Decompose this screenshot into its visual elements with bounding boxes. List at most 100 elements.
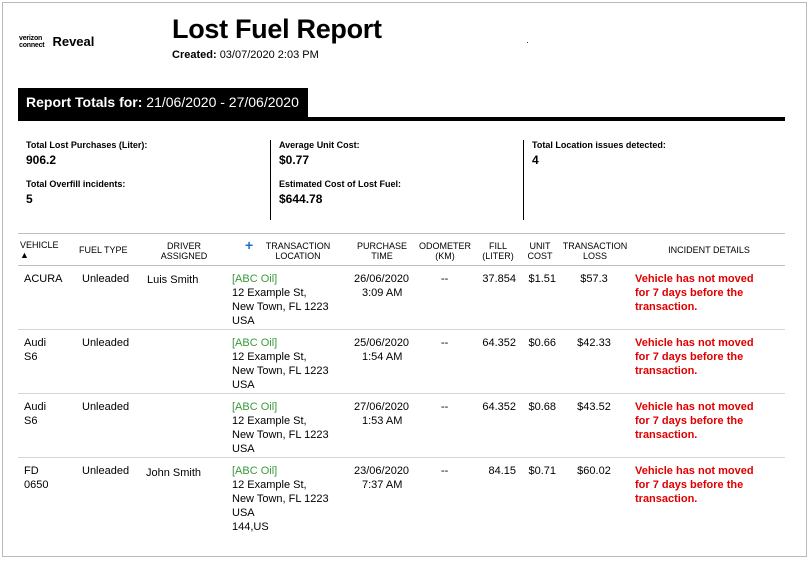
- fill-cell: 64.352: [482, 337, 516, 349]
- purchase-time-cell: 25/06/2020 1:54 AM: [354, 336, 409, 364]
- vehicle-line-2: 0650: [24, 479, 49, 491]
- col-transaction-loss: TRANSACTION LOSS: [558, 241, 632, 261]
- lost-purchases-label: Total Lost Purchases (Liter):: [26, 140, 148, 150]
- vehicle-cell: ACURA: [24, 272, 63, 286]
- purchase-date: 27/06/2020: [354, 401, 410, 413]
- col-fuel-type: FUEL TYPE: [79, 245, 128, 255]
- purchase-time: 3:09 AM: [362, 287, 403, 299]
- report-totals-bar: Report Totals for: 21/06/2020 - 27/06/20…: [18, 88, 308, 118]
- est-cost-value: $644.78: [279, 192, 323, 206]
- col-vehicle-label: VEHICLE: [20, 240, 59, 250]
- stray-dot: [527, 42, 528, 43]
- vehicle-cell: Audi S6: [24, 336, 46, 364]
- lost-purchases-value: 906.2: [26, 153, 57, 167]
- header-rule: [18, 117, 785, 121]
- location-issues-value: 4: [532, 153, 539, 167]
- col-time-line-1: PURCHASE: [356, 241, 407, 251]
- avg-cost-value: $0.77: [279, 153, 310, 167]
- table-row: Audi S6 Unleaded [ABC Oil] 12 Example St…: [18, 330, 785, 394]
- vehicle-line-2: S6: [24, 415, 38, 427]
- col-odometer-line-2: (KM): [435, 251, 455, 261]
- col-driver: DRIVER ASSIGNED: [151, 241, 217, 261]
- driver-cell: Luis Smith: [147, 274, 199, 286]
- incident-line-2: for 7 days before the: [635, 415, 744, 427]
- incident-line-2: for 7 days before the: [635, 287, 744, 299]
- col-odometer-line-1: ODOMETER: [418, 241, 471, 251]
- col-loss-line-2: LOSS: [582, 251, 607, 261]
- incident-cell: Vehicle has not moved for 7 days before …: [635, 336, 754, 378]
- unit-cost-cell: $0.66: [528, 337, 556, 349]
- col-fill-line-1: FILL: [488, 241, 507, 251]
- incident-line-1: Vehicle has not moved: [635, 465, 754, 477]
- incident-line-2: for 7 days before the: [635, 351, 744, 363]
- address-line-3: USA: [232, 507, 255, 519]
- summary-col-1: Total Lost Purchases (Liter): 906.2 Tota…: [26, 140, 266, 220]
- vehicle-cell: Audi S6: [24, 400, 46, 428]
- fill-cell: 84.15: [488, 465, 516, 477]
- unit-cost-cell: $1.51: [528, 273, 556, 285]
- col-unit-cost: UNIT COST: [523, 241, 557, 261]
- incident-line-3: transaction.: [635, 429, 698, 441]
- brand-line-2: connect: [19, 41, 45, 49]
- col-odometer: ODOMETER (KM): [415, 241, 475, 261]
- odometer-cell: --: [441, 401, 449, 413]
- col-driver-line-2: ASSIGNED: [160, 251, 208, 261]
- vehicle-line-1: Audi: [24, 337, 47, 349]
- vehicle-cell: FD 0650: [24, 464, 48, 492]
- fuel-cell: Unleaded: [82, 401, 130, 413]
- vehicle-line-1: FD: [24, 465, 39, 477]
- table-row: FD 0650 Unleaded John Smith [ABC Oil] 12…: [18, 458, 785, 538]
- sort-asc-icon: ▲: [20, 250, 29, 260]
- col-cost-line-2: COST: [527, 251, 553, 261]
- col-vehicle[interactable]: VEHICLE ▲: [20, 240, 59, 260]
- created-value: 03/07/2020 2:03 PM: [219, 49, 319, 61]
- fuel-cell: Unleaded: [82, 465, 130, 477]
- created-line: Created: 03/07/2020 2:03 PM: [172, 49, 319, 61]
- col-time-line-2: TIME: [371, 251, 393, 261]
- purchase-time: 1:53 AM: [362, 415, 403, 427]
- verizon-connect-logo: verizon connect: [19, 35, 45, 49]
- address-line-3: USA: [232, 315, 255, 327]
- incident-line-3: transaction.: [635, 365, 698, 377]
- address-line-2: New Town, FL 1223: [232, 365, 329, 377]
- overfill-label: Total Overfill incidents:: [26, 179, 126, 189]
- vehicle-line-1: Audi: [24, 401, 47, 413]
- fill-cell: 64.352: [482, 401, 516, 413]
- address-line-2: New Town, FL 1223: [232, 429, 329, 441]
- incident-line-2: for 7 days before the: [635, 479, 744, 491]
- vehicle-line-2: S6: [24, 351, 38, 363]
- address-line-3: USA: [232, 443, 255, 455]
- loss-cell: $42.33: [577, 337, 611, 349]
- fill-cell: 37.854: [482, 273, 516, 285]
- incident-line-1: Vehicle has not moved: [635, 401, 754, 413]
- location-issues-label: Total Location issues detected:: [532, 140, 666, 150]
- address-line-1: 12 Example St,: [232, 287, 307, 299]
- loss-cell: $57.3: [580, 273, 608, 285]
- address-line-2: New Town, FL 1223: [232, 493, 329, 505]
- station-name: [ABC Oil]: [232, 337, 278, 349]
- brand-logo: verizon connect Reveal: [19, 34, 94, 49]
- purchase-time-cell: 26/06/2020 3:09 AM: [354, 272, 409, 300]
- address-line-1: 12 Example St,: [232, 479, 307, 491]
- unit-cost-cell: $0.71: [528, 465, 556, 477]
- col-purchase-time: PURCHASE TIME: [352, 241, 412, 261]
- add-column-plus-icon[interactable]: +: [245, 237, 253, 253]
- location-cell: [ABC Oil] 12 Example St, New Town, FL 12…: [232, 464, 329, 534]
- odometer-cell: --: [441, 337, 449, 349]
- loss-cell: $60.02: [577, 465, 611, 477]
- col-location-line-1: TRANSACTION: [265, 241, 331, 251]
- station-name: [ABC Oil]: [232, 465, 278, 477]
- table-row: ACURA Unleaded Luis Smith [ABC Oil] 12 E…: [18, 266, 785, 330]
- station-name: [ABC Oil]: [232, 401, 278, 413]
- col-driver-line-1: DRIVER: [166, 241, 201, 251]
- totals-range: 21/06/2020 - 27/06/2020: [146, 94, 299, 110]
- address-line-2: New Town, FL 1223: [232, 301, 329, 313]
- incident-line-3: transaction.: [635, 301, 698, 313]
- fuel-cell: Unleaded: [82, 337, 130, 349]
- purchase-time: 7:37 AM: [362, 479, 403, 491]
- unit-cost-cell: $0.68: [528, 401, 556, 413]
- address-line-1: 12 Example St,: [232, 415, 307, 427]
- address-line-3: USA: [232, 379, 255, 391]
- summary-col-3: Total Location issues detected: 4: [532, 140, 782, 220]
- station-name: [ABC Oil]: [232, 273, 278, 285]
